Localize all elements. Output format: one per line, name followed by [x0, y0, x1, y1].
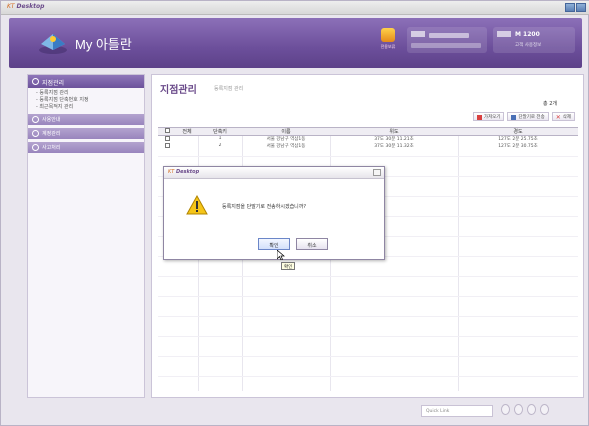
- link-icon[interactable]: [514, 404, 523, 415]
- bottom-icons: [501, 404, 549, 415]
- radio-icon: [32, 130, 39, 137]
- sidebar-item-location-manage[interactable]: 지점관리: [28, 75, 144, 88]
- app-window: KT Desktop My 아틀란 전용보류 M 1200 고객 사용정보 지점…: [0, 0, 589, 426]
- user-icon: [497, 31, 511, 37]
- minimize-button[interactable]: [565, 3, 575, 12]
- window-title: KT Desktop: [7, 3, 45, 10]
- delete-button[interactable]: ✕ 삭제: [551, 112, 575, 121]
- dialog-close-button[interactable]: [373, 169, 381, 176]
- location-table: 전체 단축키 이름 위도 경도 1 서울 강남구 역삼1동 37도 30분 11…: [158, 127, 578, 150]
- account-sub: 고객 사용정보: [515, 43, 542, 48]
- package-icon: [381, 28, 395, 42]
- table-header: 전체 단축키 이름 위도 경도: [158, 127, 578, 136]
- tooltip: 확인: [281, 262, 296, 270]
- app-title: My 아틀란: [75, 37, 132, 52]
- import-button[interactable]: 가져오기: [472, 112, 505, 121]
- sidebar-subitem-registered[interactable]: - 등록지점 관리: [28, 88, 144, 96]
- circle-icon[interactable]: [540, 404, 549, 415]
- col-latitude: 위도: [389, 129, 399, 135]
- select-all-checkbox[interactable]: [158, 128, 176, 135]
- sidebar: 지점관리 - 등록지점 관리 - 등록지점 단축번호 지정 - 최근목적지 관리…: [27, 74, 145, 398]
- sidebar-subitem-recent[interactable]: - 최근목적지 관리: [28, 102, 144, 110]
- close-button[interactable]: [576, 3, 586, 12]
- sidebar-group-usage[interactable]: 사용안내: [28, 114, 144, 125]
- window-titlebar: KT Desktop: [1, 1, 589, 15]
- sidebar-subitem-shortcut[interactable]: - 등록지점 단축번호 지정: [28, 95, 144, 103]
- dialog-title: KT Desktop: [168, 169, 200, 175]
- page-title: 지점관리: [160, 85, 197, 96]
- row-checkbox[interactable]: [158, 143, 176, 150]
- row-checkbox[interactable]: [158, 136, 176, 143]
- close-icon: ✕: [555, 113, 561, 121]
- radio-icon: [32, 144, 39, 151]
- bottom-bar: Quick Link: [9, 401, 582, 421]
- col-shortcut: 단축키: [213, 129, 227, 135]
- send-to-device-button[interactable]: 단말기로 전송: [507, 112, 549, 121]
- pointer-cursor-icon: [277, 250, 285, 260]
- account-label: M 1200: [515, 31, 540, 38]
- logo-icon: [39, 34, 67, 54]
- sidebar-group-account[interactable]: 계정관리: [28, 128, 144, 139]
- radio-icon: [32, 78, 39, 85]
- confirm-dialog: KT Desktop 등록지점을 단말기로 전송하시겠습니까? 확인 취소 확인: [163, 166, 385, 270]
- device-icon: [511, 114, 517, 120]
- app-header: My 아틀란 전용보류 M 1200 고객 사용정보: [9, 18, 582, 68]
- ok-button[interactable]: 확인: [258, 238, 290, 250]
- dialog-titlebar: KT Desktop: [164, 167, 384, 179]
- sidebar-group-incident[interactable]: 사고처리: [28, 142, 144, 153]
- cancel-button[interactable]: 취소: [296, 238, 328, 250]
- link-icon[interactable]: [501, 404, 510, 415]
- window-controls: [565, 3, 586, 12]
- table-row[interactable]: 2 서울 강남구 역삼1동 37도 30분 11.32초 127도 2분 30.…: [158, 143, 578, 150]
- device-status-panel[interactable]: [407, 27, 487, 53]
- device-icon: [411, 31, 425, 37]
- circle-icon[interactable]: [527, 404, 536, 415]
- import-icon: [476, 114, 482, 120]
- account-panel[interactable]: M 1200 고객 사용정보: [493, 27, 575, 53]
- radio-icon: [32, 116, 39, 123]
- page-subtitle: 등록지점 관리: [214, 86, 244, 92]
- col-longitude: 경도: [513, 129, 523, 135]
- table-row[interactable]: 1 서울 강남구 역삼1동 37도 30분 11.21초 127도 2분 25.…: [158, 136, 578, 143]
- warning-icon: [186, 195, 208, 215]
- col-all: 전체: [182, 129, 192, 135]
- toolbar: 가져오기 단말기로 전송 ✕ 삭제: [472, 112, 575, 121]
- dialog-message: 등록지점을 단말기로 전송하시겠습니까?: [222, 204, 307, 210]
- col-name: 이름: [281, 129, 291, 135]
- header-shortcut[interactable]: 전용보류: [377, 28, 399, 58]
- item-count: 총 2개: [543, 101, 557, 107]
- quick-link-field[interactable]: Quick Link: [421, 405, 493, 417]
